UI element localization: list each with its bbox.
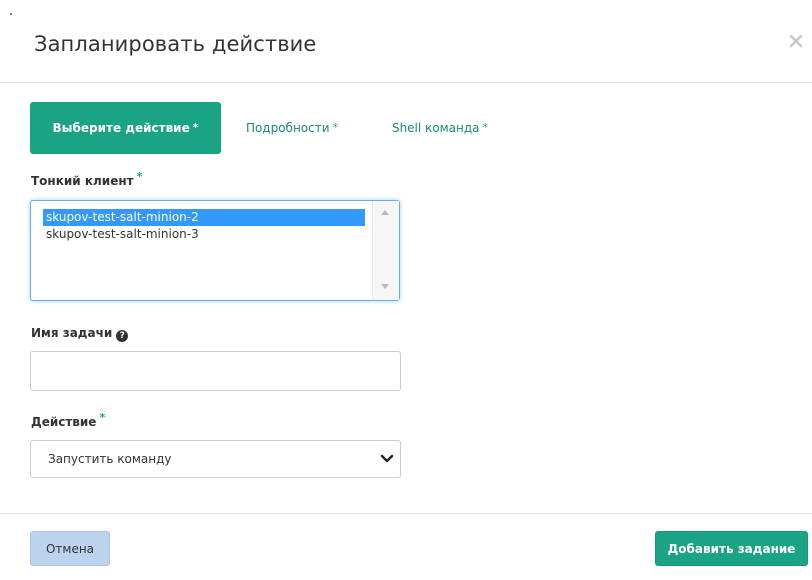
tab-details[interactable]: Подробности * <box>235 102 349 154</box>
schedule-action-modal: Запланировать действие Выберите действие… <box>0 0 812 580</box>
cancel-button[interactable]: Отмена <box>30 531 110 566</box>
scroll-up-arrow-icon[interactable] <box>381 210 389 215</box>
action-select[interactable]: Запустить команду <box>30 440 401 478</box>
modal-header: Запланировать действие <box>0 0 812 83</box>
thin-client-listbox[interactable]: skupov-test-salt-minion-2 skupov-test-sa… <box>30 200 400 301</box>
list-option[interactable]: skupov-test-salt-minion-2 <box>43 209 365 226</box>
tab-label: Выберите действие <box>52 121 190 135</box>
thin-client-label: Тонкий клиент * <box>31 171 142 188</box>
listbox-scrollbar[interactable] <box>372 201 399 300</box>
close-button[interactable] <box>786 32 806 52</box>
action-select-value: Запустить команду <box>48 452 172 466</box>
tab-select-action[interactable]: Выберите действие * <box>30 102 221 154</box>
close-icon <box>789 34 803 47</box>
required-mark: * <box>99 411 106 424</box>
label-text: Имя задачи <box>31 326 113 340</box>
add-task-button[interactable]: Добавить задание <box>655 531 808 566</box>
scroll-down-arrow-icon[interactable] <box>381 284 389 289</box>
listbox-options: skupov-test-salt-minion-2 skupov-test-sa… <box>43 209 365 243</box>
required-mark: * <box>136 170 143 183</box>
label-text: Действие <box>31 415 97 429</box>
task-name-input[interactable] <box>30 351 401 391</box>
modal-title: Запланировать действие <box>34 32 317 56</box>
action-label: Действие * <box>31 412 105 429</box>
tab-shell-command[interactable]: Shell команда * <box>370 102 510 154</box>
modal-footer: Отмена Добавить задание <box>0 513 812 580</box>
list-option[interactable]: skupov-test-salt-minion-3 <box>43 226 365 243</box>
tab-label: Shell команда <box>391 121 480 135</box>
tab-label: Подробности <box>245 121 330 135</box>
label-text: Тонкий клиент <box>31 174 134 188</box>
question-circle-icon[interactable]: ? <box>116 330 129 342</box>
task-name-label: Имя задачи? <box>31 326 129 342</box>
chevron-down-icon <box>380 454 394 463</box>
